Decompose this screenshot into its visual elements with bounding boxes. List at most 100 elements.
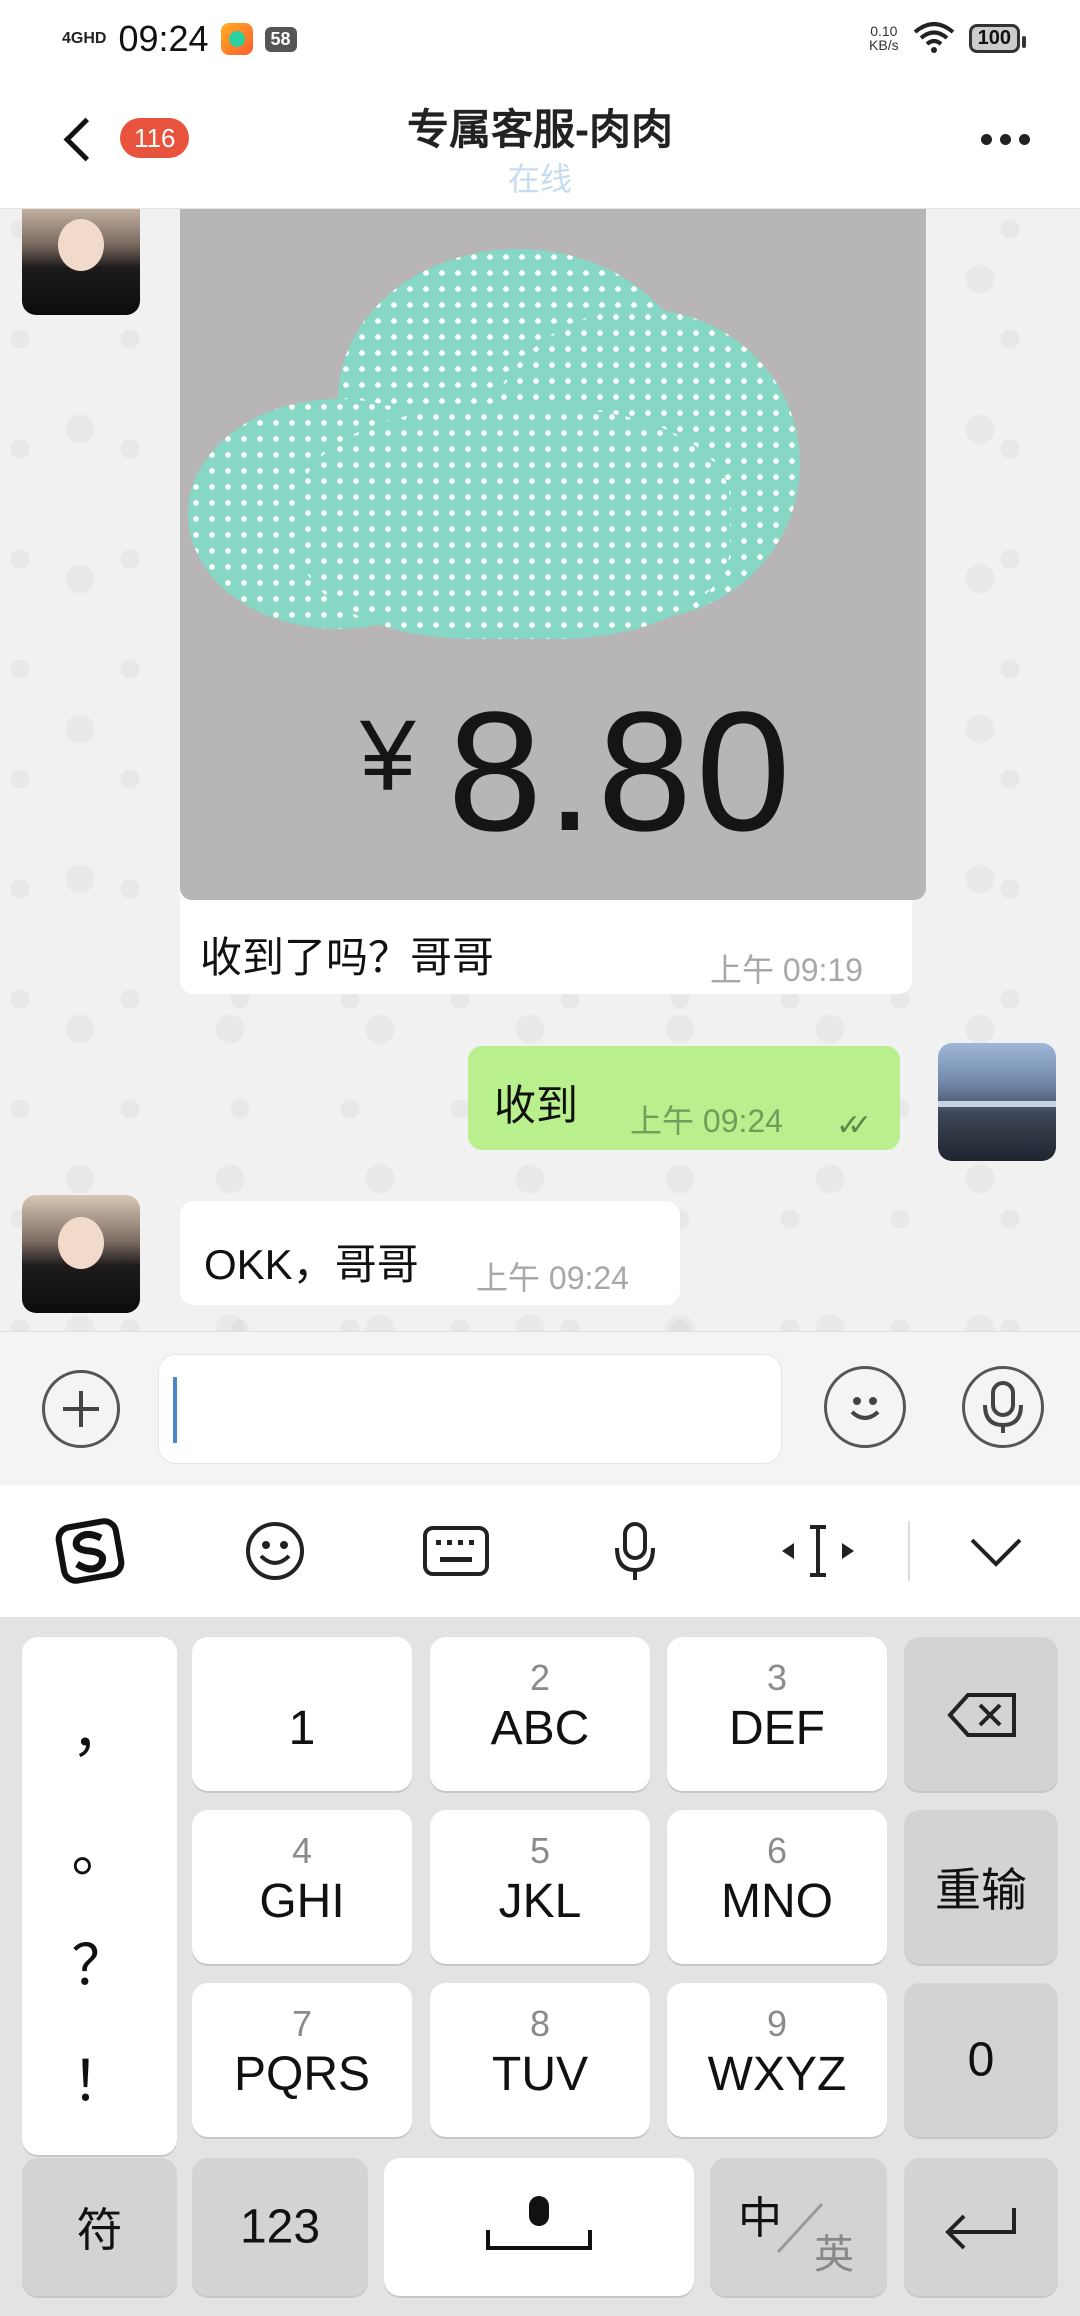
voice-input-button[interactable]: [962, 1366, 1044, 1448]
key-label: ABC: [490, 1702, 590, 1755]
read-check-icon: ✓✓: [836, 1109, 872, 1142]
cursor-move-button[interactable]: [778, 1521, 858, 1581]
key-label: 符: [76, 2204, 123, 2256]
message-input[interactable]: [158, 1354, 782, 1464]
more-options-button[interactable]: [981, 134, 1030, 145]
microphone-icon: [983, 1381, 1023, 1433]
chevron-down-icon: [970, 1538, 1022, 1567]
chat-messages[interactable]: ¥8.80 收到了吗？哥哥 上午 09:19 收到 上午 09:24 ✓✓ OK…: [0, 209, 1080, 1331]
battery-indicator: 100: [968, 23, 1027, 53]
app-notification-icon: [220, 23, 253, 55]
microphone-icon: [615, 1522, 655, 1580]
keyboard-icon: [423, 1526, 489, 1576]
key-number: 3: [766, 1657, 788, 1698]
keyboard-emoji-button[interactable]: [240, 1521, 310, 1581]
price-value: 8.80: [447, 677, 795, 867]
contact-avatar[interactable]: [22, 1195, 140, 1313]
message-text: 收到了吗？哥哥: [200, 934, 495, 981]
space-mic-icon: [486, 2196, 592, 2250]
reenter-key[interactable]: 重输: [904, 1810, 1058, 1964]
more-dot-icon: [981, 134, 992, 145]
notification-count-badge: 58: [264, 26, 297, 52]
keyboard-toolbar: [0, 1485, 1080, 1617]
key-label: MNO: [721, 1875, 833, 1928]
symbols-key[interactable]: 符: [22, 2158, 177, 2296]
online-status: 在线: [507, 161, 572, 197]
chat-header: 116 专属客服-肉肉 在线: [0, 80, 1080, 209]
space-key[interactable]: [384, 2158, 694, 2296]
message-bubble-left[interactable]: ¥8.80 收到了吗？哥哥 上午 09:19: [180, 209, 926, 994]
punct-exclaim-key[interactable]: ！: [22, 2037, 177, 2118]
key-0[interactable]: 0: [904, 1983, 1058, 2137]
input-bar: [0, 1331, 1080, 1486]
cloud-shape: [300, 409, 730, 639]
numbers-key[interactable]: 123: [192, 2158, 368, 2296]
price-symbol: ¥: [360, 700, 420, 812]
message-time: 上午 09:24: [476, 1260, 629, 1296]
key-label: 重输: [935, 1864, 1027, 1916]
punct-period-key[interactable]: 。: [22, 1807, 177, 1888]
toolbar-divider: [908, 1521, 910, 1581]
key-9[interactable]: 9 WXYZ: [667, 1983, 887, 2137]
enter-key[interactable]: [904, 2158, 1058, 2296]
key-3[interactable]: 3 DEF: [667, 1637, 887, 1791]
punctuation-column[interactable]: ， 。 ？ ！: [22, 1637, 177, 2155]
add-attachment-button[interactable]: [42, 1370, 120, 1448]
key-number: 2: [529, 1657, 551, 1698]
sogou-logo-button[interactable]: [50, 1518, 130, 1584]
key-7[interactable]: 7 PQRS: [192, 1983, 412, 2137]
contact-avatar[interactable]: [22, 209, 140, 315]
net-speed-unit: KB/s: [869, 37, 899, 53]
key-label: 0: [967, 2033, 995, 2087]
payment-image[interactable]: ¥8.80: [180, 209, 926, 900]
smiley-icon: [246, 1522, 304, 1580]
key-number: 6: [766, 1830, 788, 1871]
text-caret: [173, 1377, 177, 1443]
price-text: ¥8.80: [360, 687, 795, 857]
sogou-logo-icon: [55, 1518, 125, 1584]
key-1[interactable]: 1: [192, 1637, 412, 1791]
key-6[interactable]: 6 MNO: [667, 1810, 887, 1964]
message-text: OKK，哥哥: [204, 1241, 419, 1288]
key-4[interactable]: 4 GHI: [192, 1810, 412, 1964]
status-bar: 4GHD 09:24 58 0.10 KB/s 100: [0, 0, 1080, 80]
language-toggle-key[interactable]: 中 英: [710, 2158, 887, 2296]
message-bubble-right[interactable]: 收到 上午 09:24 ✓✓: [468, 1046, 900, 1150]
hide-keyboard-button[interactable]: [964, 1521, 1028, 1581]
key-label: TUV: [492, 2048, 588, 2101]
status-time: 09:24: [118, 18, 209, 59]
lang-en-label: 英: [814, 2233, 854, 2277]
key-8[interactable]: 8 TUV: [430, 1983, 650, 2137]
net-speed-value: 0.10: [870, 23, 898, 39]
punct-comma-key[interactable]: ，: [22, 1687, 177, 1768]
more-dot-icon: [1000, 134, 1011, 145]
key-number: 4: [291, 1830, 313, 1871]
net-speed: 0.10 KB/s: [869, 24, 899, 52]
key-2[interactable]: 2 ABC: [430, 1637, 650, 1791]
emoji-button[interactable]: [824, 1366, 906, 1448]
cursor-move-icon: [782, 1525, 854, 1577]
key-number: 5: [529, 1830, 551, 1871]
key-number: 7: [291, 2003, 313, 2044]
status-right: 0.10 KB/s 100: [869, 22, 1027, 54]
key-label: 123: [239, 2200, 321, 2254]
key-label: PQRS: [233, 2048, 371, 2101]
punct-question-key[interactable]: ？: [22, 1921, 177, 2002]
backspace-key[interactable]: [904, 1637, 1058, 1791]
keyboard-switch-button[interactable]: [420, 1521, 492, 1581]
backspace-icon: [947, 1693, 1016, 1737]
my-avatar[interactable]: [938, 1043, 1056, 1161]
key-5[interactable]: 5 JKL: [430, 1810, 650, 1964]
key-number: 9: [766, 2003, 788, 2044]
message-time: 上午 09:24: [630, 1103, 783, 1139]
key-number: 8: [529, 2003, 551, 2044]
plus-icon: [63, 1391, 99, 1427]
smiley-icon: [850, 1397, 880, 1420]
message-time: 上午 09:19: [710, 952, 863, 988]
wifi-icon: [913, 22, 954, 53]
key-label: GHI: [259, 1875, 345, 1928]
key-label: WXYZ: [707, 2048, 847, 2101]
status-left: 4GHD 09:24 58: [62, 18, 297, 60]
message-bubble-left[interactable]: OKK，哥哥 上午 09:24: [180, 1201, 680, 1305]
keyboard-voice-button[interactable]: [610, 1521, 660, 1581]
